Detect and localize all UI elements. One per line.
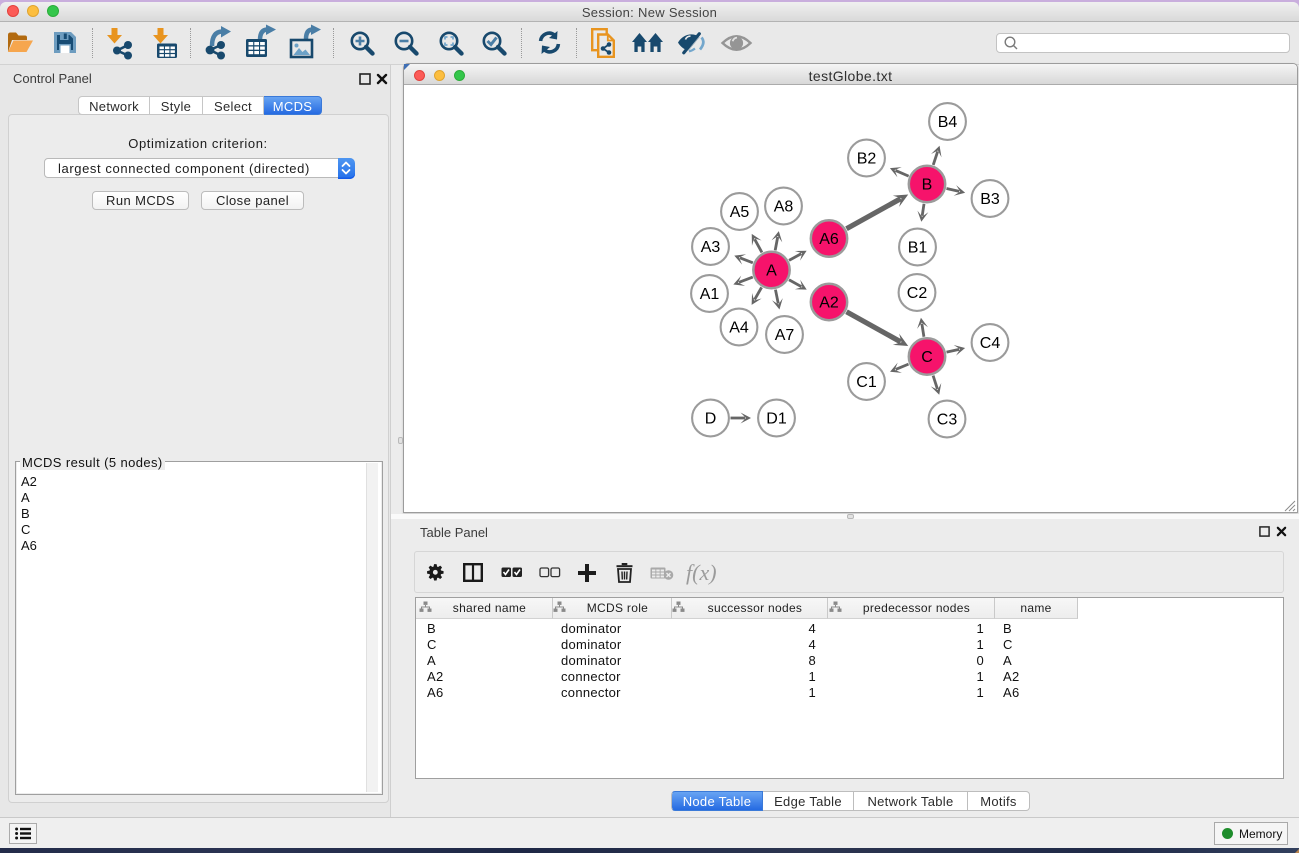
svg-text:A4: A4 [729, 320, 749, 337]
svg-text:C2: C2 [907, 285, 928, 302]
svg-text:B1: B1 [908, 240, 928, 257]
svg-text:C: C [921, 349, 933, 366]
svg-text:B3: B3 [980, 191, 1000, 208]
svg-text:A5: A5 [730, 204, 750, 221]
svg-text:A: A [766, 263, 777, 280]
svg-text:D1: D1 [766, 411, 787, 428]
svg-text:A3: A3 [701, 239, 721, 256]
svg-text:A2: A2 [819, 295, 839, 312]
svg-text:C1: C1 [856, 374, 877, 391]
svg-text:C4: C4 [980, 335, 1001, 352]
svg-text:D: D [705, 411, 717, 428]
svg-text:A7: A7 [775, 327, 795, 344]
svg-text:B2: B2 [857, 151, 877, 168]
svg-text:A1: A1 [700, 286, 720, 303]
svg-text:B4: B4 [938, 114, 958, 131]
svg-text:A6: A6 [819, 231, 839, 248]
svg-text:B: B [922, 177, 933, 194]
svg-text:C3: C3 [937, 412, 958, 429]
svg-text:A8: A8 [774, 199, 794, 216]
